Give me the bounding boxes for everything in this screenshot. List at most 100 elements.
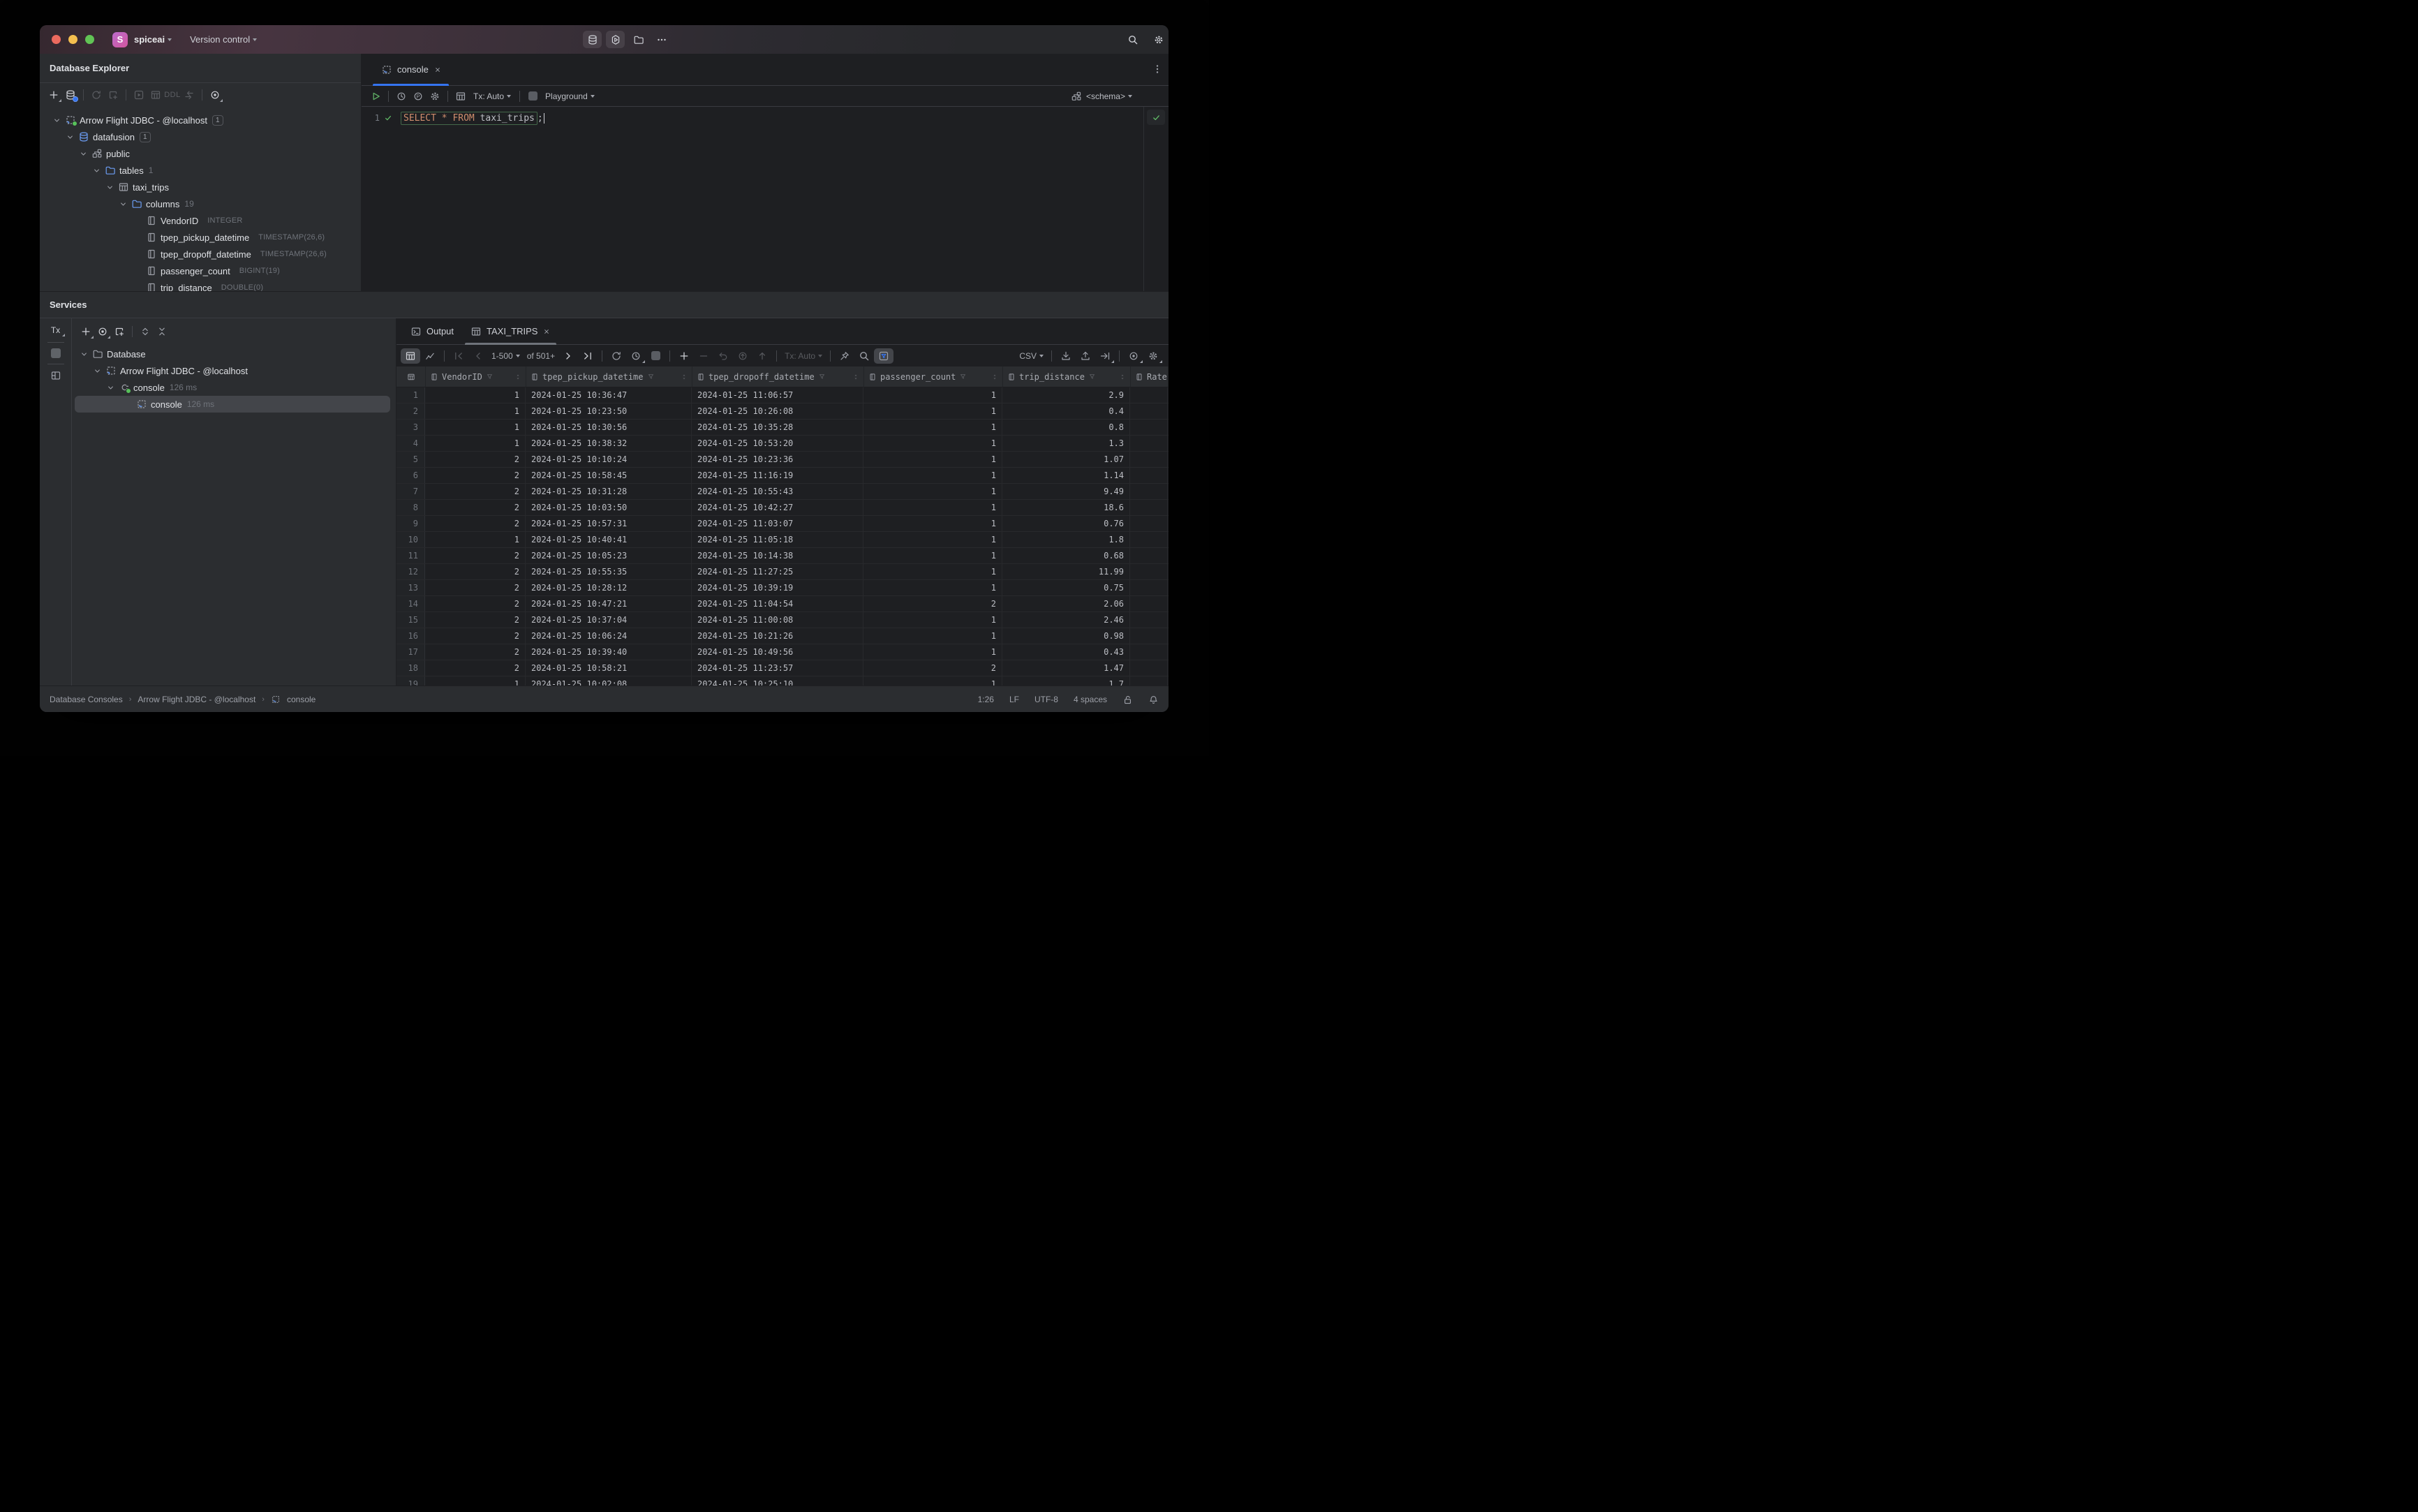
minimize-window-button[interactable]: [68, 35, 77, 44]
table-row[interactable]: 17 2 2024-01-25 10:39:40 2024-01-25 10:49:5…: [396, 644, 1169, 660]
table-row[interactable]: 13 2 2024-01-25 10:28:12 2024-01-25 10:39:1…: [396, 580, 1169, 596]
indent-style[interactable]: 4 spaces: [1074, 695, 1107, 704]
add-row-button[interactable]: [674, 348, 694, 364]
table-cell[interactable]: 2024-01-25 11:03:07: [692, 516, 863, 531]
table-cell[interactable]: 2: [425, 644, 526, 660]
run-target-select[interactable]: Playground: [545, 91, 595, 101]
project-avatar[interactable]: S: [112, 31, 128, 47]
table-cell[interactable]: [1130, 660, 1168, 676]
tree-row[interactable]: tables 1: [40, 162, 361, 179]
close-icon[interactable]: [542, 327, 551, 336]
column-header[interactable]: tpep_pickup_datetime: [526, 366, 692, 387]
schema-select[interactable]: <schema>: [1071, 86, 1136, 106]
filter-funnel-icon[interactable]: [818, 373, 826, 380]
table-cell[interactable]: 1.47: [1002, 660, 1130, 676]
table-cell[interactable]: 0.76: [1002, 516, 1130, 531]
database-tool-button[interactable]: [583, 31, 602, 48]
delete-row-button[interactable]: [694, 348, 713, 364]
sort-icon[interactable]: [991, 373, 998, 380]
table-cell[interactable]: 1: [863, 564, 1002, 579]
table-row[interactable]: 12 2 2024-01-25 10:55:35 2024-01-25 11:27:2…: [396, 564, 1169, 580]
view-options-button[interactable]: [94, 324, 111, 339]
table-cell[interactable]: 2: [425, 580, 526, 595]
sort-icon[interactable]: [514, 373, 521, 380]
table-cell[interactable]: 2024-01-25 10:37:04: [526, 612, 692, 628]
last-page-button[interactable]: [578, 348, 598, 364]
tree-row[interactable]: console 126 ms: [72, 379, 396, 396]
table-cell[interactable]: 0.43: [1002, 644, 1130, 660]
table-cell[interactable]: 2024-01-25 10:38:32: [526, 436, 692, 451]
table-cell[interactable]: 2024-01-25 10:58:21: [526, 660, 692, 676]
view-options-button[interactable]: [207, 87, 223, 103]
tree-row[interactable]: Database: [72, 346, 396, 362]
table-cell[interactable]: 2: [425, 660, 526, 676]
line-separator[interactable]: LF: [1009, 695, 1019, 704]
table-cell[interactable]: 1.07: [1002, 452, 1130, 467]
table-row[interactable]: 14 2 2024-01-25 10:47:21 2024-01-25 11:04:5…: [396, 596, 1169, 612]
table-cell[interactable]: 2024-01-25 11:27:25: [692, 564, 863, 579]
page-range-select[interactable]: 1-500: [491, 351, 520, 361]
table-cell[interactable]: 1: [863, 612, 1002, 628]
table-cell[interactable]: 2024-01-25 10:31:28: [526, 484, 692, 499]
table-cell[interactable]: 18.6: [1002, 500, 1130, 515]
tree-row[interactable]: tpep_pickup_datetime TIMESTAMP(26,6): [40, 229, 361, 246]
sort-icon[interactable]: [681, 373, 688, 380]
find-button[interactable]: [854, 348, 874, 364]
table-cell[interactable]: 2024-01-25 10:58:45: [526, 468, 692, 483]
table-cell[interactable]: 2: [863, 660, 1002, 676]
table-cell[interactable]: 1: [863, 628, 1002, 644]
tree-row[interactable]: Arrow Flight JDBC - @localhost 1: [40, 112, 361, 128]
table-cell[interactable]: 1: [863, 387, 1002, 403]
table-cell[interactable]: 2024-01-25 10:10:24: [526, 452, 692, 467]
table-cell[interactable]: 2024-01-25 10:53:20: [692, 436, 863, 451]
table-cell[interactable]: [1130, 580, 1168, 595]
table-cell[interactable]: 0.98: [1002, 628, 1130, 644]
grid-corner-cell[interactable]: [396, 366, 426, 387]
table-cell[interactable]: 1.3: [1002, 436, 1130, 451]
tx-mode-select[interactable]: Tx: Auto: [473, 91, 512, 101]
tab-options-button[interactable]: [1152, 64, 1163, 78]
run-sql-script-button[interactable]: [131, 87, 147, 103]
chevron-down-icon[interactable]: [78, 149, 88, 158]
table-cell[interactable]: [1130, 612, 1168, 628]
import-export-button[interactable]: [181, 87, 198, 103]
sort-icon[interactable]: [852, 373, 859, 380]
table-row[interactable]: 8 2 2024-01-25 10:03:50 2024-01-25 10:42:27…: [396, 500, 1169, 516]
table-cell[interactable]: 1.8: [1002, 532, 1130, 547]
chevron-down-icon[interactable]: [105, 383, 115, 392]
table-row[interactable]: 2 1 2024-01-25 10:23:50 2024-01-25 10:26:08…: [396, 403, 1169, 420]
table-row[interactable]: 9 2 2024-01-25 10:57:31 2024-01-25 11:03:07…: [396, 516, 1169, 532]
table-cell[interactable]: [1130, 500, 1168, 515]
filter-funnel-icon[interactable]: [959, 373, 967, 380]
table-cell[interactable]: 2024-01-25 10:14:38: [692, 548, 863, 563]
table-cell[interactable]: 1: [425, 436, 526, 451]
table-cell[interactable]: 2024-01-25 11:04:54: [692, 596, 863, 612]
table-cell[interactable]: 2: [425, 628, 526, 644]
more-tool-windows-button[interactable]: [652, 31, 671, 48]
table-cell[interactable]: [1130, 436, 1168, 451]
breadcrumb-item[interactable]: Arrow Flight JDBC - @localhost: [138, 695, 255, 704]
open-console-button[interactable]: [111, 324, 128, 339]
in-editor-results-button[interactable]: [452, 89, 469, 104]
tx-strip-button[interactable]: Tx: [48, 324, 66, 336]
table-cell[interactable]: [1130, 420, 1168, 435]
maximize-window-button[interactable]: [85, 35, 94, 44]
table-cell[interactable]: 1: [863, 580, 1002, 595]
table-cell[interactable]: 2024-01-25 10:28:12: [526, 580, 692, 595]
table-cell[interactable]: 1: [863, 452, 1002, 467]
table-cell[interactable]: 2.9: [1002, 387, 1130, 403]
tab-taxi-trips[interactable]: TAXI_TRIPS: [462, 318, 559, 345]
table-cell[interactable]: 2: [425, 548, 526, 563]
column-header[interactable]: Rate: [1131, 366, 1169, 387]
tree-row[interactable]: public: [40, 145, 361, 162]
table-cell[interactable]: 2024-01-25 10:30:56: [526, 420, 692, 435]
new-datasource-button[interactable]: [45, 87, 62, 103]
table-cell[interactable]: 2: [425, 612, 526, 628]
table-cell[interactable]: 2024-01-25 10:23:50: [526, 403, 692, 419]
table-cell[interactable]: 2024-01-25 10:36:47: [526, 387, 692, 403]
table-cell[interactable]: 2024-01-25 10:05:23: [526, 548, 692, 563]
view-options-button[interactable]: [1124, 348, 1143, 364]
table-cell[interactable]: [1130, 403, 1168, 419]
table-cell[interactable]: [1130, 548, 1168, 563]
table-cell[interactable]: 1: [425, 420, 526, 435]
